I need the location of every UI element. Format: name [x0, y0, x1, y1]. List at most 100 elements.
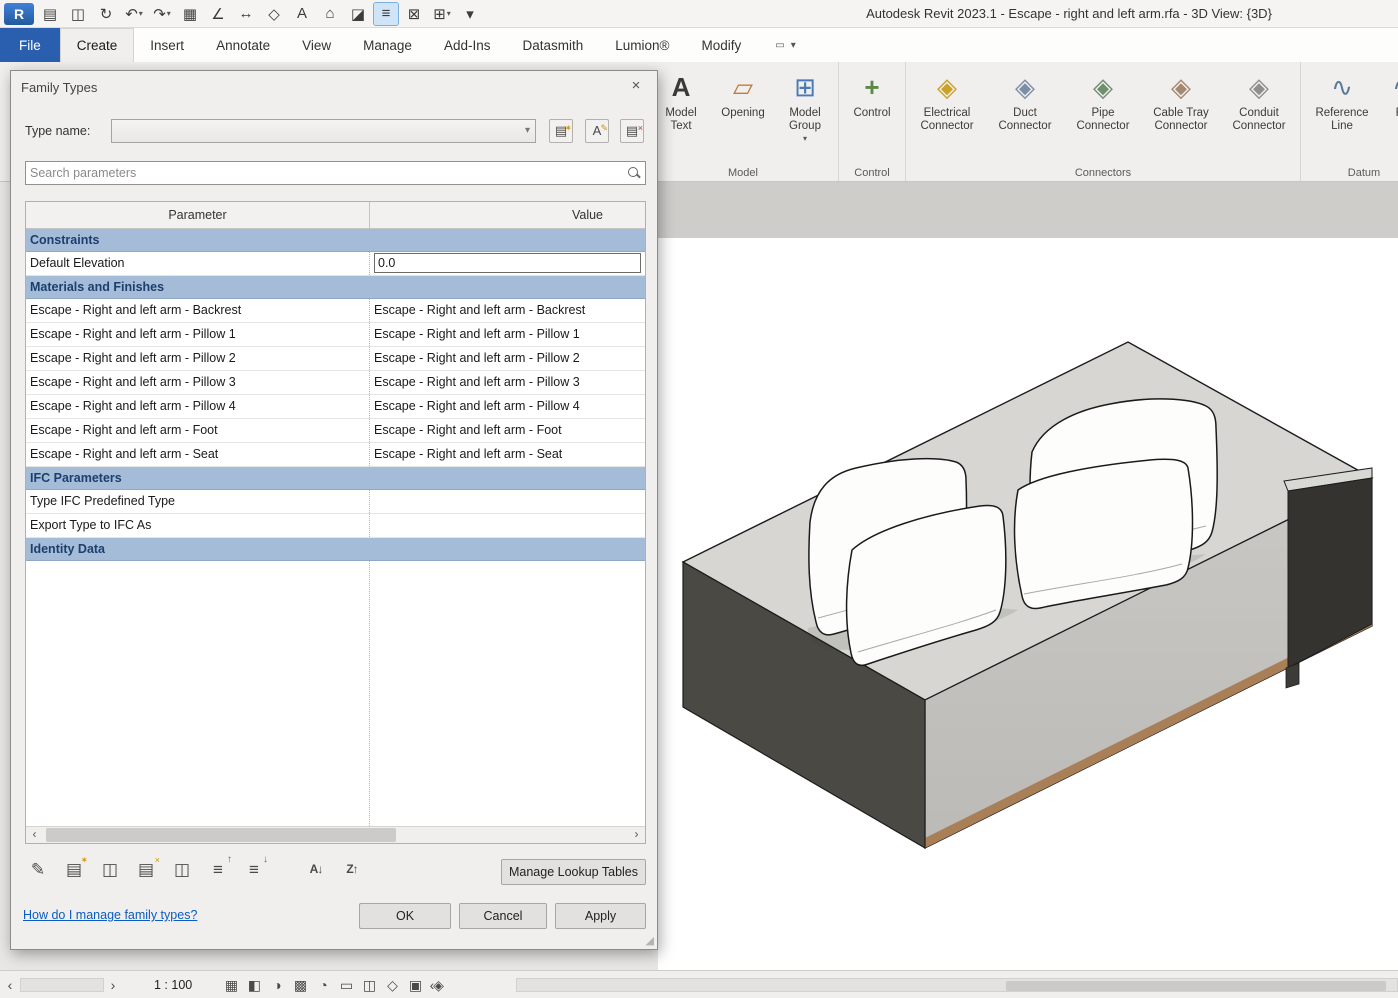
value-cell[interactable]: [370, 514, 645, 537]
ribbon-button-reference-line[interactable]: ∿ Reference Line: [1303, 64, 1381, 162]
tab-file[interactable]: File: [0, 28, 60, 62]
tab-view[interactable]: View: [286, 28, 347, 62]
parameter-cell[interactable]: Escape - Right and left arm - Pillow 1: [26, 323, 370, 346]
tag-icon[interactable]: ◇: [262, 3, 286, 25]
tab-annotate[interactable]: Annotate: [200, 28, 286, 62]
parameter-cell[interactable]: Default Elevation: [26, 252, 370, 275]
ribbon-display-cycle-icon[interactable]: ▭: [775, 40, 784, 51]
parameter-cell[interactable]: Export Type to IFC As: [26, 514, 370, 537]
delete-type-button[interactable]: ▤ ×: [620, 119, 644, 143]
parameter-cell[interactable]: Escape - Right and left arm - Pillow 2: [26, 347, 370, 370]
scroll-left-icon[interactable]: ‹: [26, 827, 43, 843]
tab-manage[interactable]: Manage: [347, 28, 428, 62]
value-cell[interactable]: Escape - Right and left arm - Pillow 4: [370, 395, 645, 418]
undo-caret-icon[interactable]: ▾: [139, 9, 143, 18]
table-row[interactable]: Escape - Right and left arm - Pillow 2 E…: [26, 347, 645, 371]
ribbon-button-model-group[interactable]: ⊞ Model Group ▾: [774, 64, 836, 162]
customize-qat-icon[interactable]: ▾: [458, 3, 482, 25]
table-row[interactable]: Escape - Right and left arm - Pillow 3 E…: [26, 371, 645, 395]
ribbon-button-clipped[interactable]: ∿ Re: [1381, 64, 1398, 162]
help-link[interactable]: How do I manage family types?: [23, 908, 197, 922]
text-icon[interactable]: A: [290, 3, 314, 25]
aligned-dimension-icon[interactable]: ↔: [234, 3, 258, 25]
tab-modify[interactable]: Modify: [685, 28, 757, 62]
canvas-scrollbar-thumb[interactable]: [1006, 981, 1386, 991]
type-name-select[interactable]: ▾: [111, 119, 536, 143]
rename-type-button[interactable]: A ✎: [585, 119, 609, 143]
section-icon[interactable]: ◪: [346, 3, 370, 25]
value-cell[interactable]: Escape - Right and left arm - Pillow 3: [370, 371, 645, 394]
close-hidden-windows-icon[interactable]: ⊠: [402, 3, 426, 25]
revit-logo-icon[interactable]: R: [4, 2, 34, 25]
parameter-cell[interactable]: Escape - Right and left arm - Backrest: [26, 299, 370, 322]
temporary-hide-isolate-icon[interactable]: ▣: [406, 975, 425, 995]
table-row[interactable]: Escape - Right and left arm - Foot Escap…: [26, 419, 645, 443]
manage-lookup-tables-button[interactable]: Manage Lookup Tables: [501, 859, 646, 885]
copy-parameter-icon[interactable]: ◫: [169, 857, 195, 883]
sync-icon[interactable]: ↻: [94, 3, 118, 25]
value-cell[interactable]: [370, 252, 645, 275]
value-cell[interactable]: [370, 490, 645, 513]
new-parameter-icon[interactable]: ▤ ✶: [61, 855, 88, 883]
table-row[interactable]: Escape - Right and left arm - Backrest E…: [26, 299, 645, 323]
parameter-cell[interactable]: Escape - Right and left arm - Seat: [26, 443, 370, 466]
ok-button[interactable]: OK: [359, 903, 451, 929]
table-row[interactable]: Export Type to IFC As: [26, 514, 645, 538]
ribbon-button-control[interactable]: + Control: [841, 64, 903, 162]
delete-parameter-icon[interactable]: ▤ ×: [133, 855, 160, 883]
redo-caret-icon[interactable]: ▾: [167, 9, 171, 18]
parameter-cell[interactable]: Escape - Right and left arm - Foot: [26, 419, 370, 442]
default-3d-view-icon[interactable]: ⌂: [318, 3, 342, 25]
ribbon-display-menu-icon[interactable]: ▾: [791, 40, 796, 51]
show-crop-region-icon[interactable]: ◫: [360, 975, 379, 995]
ribbon-button-model-text[interactable]: A Model Text: [650, 64, 712, 162]
ribbon-button-opening[interactable]: ▱ Opening: [712, 64, 774, 162]
value-column-header[interactable]: Value: [370, 202, 645, 228]
viewbar-collapse-icon[interactable]: ‹: [424, 975, 440, 995]
value-cell[interactable]: Escape - Right and left arm - Pillow 2: [370, 347, 645, 370]
parameter-column-header[interactable]: Parameter: [26, 202, 370, 228]
ribbon-button-duct-connector[interactable]: ◈ Duct Connector: [986, 64, 1064, 162]
drawing-area[interactable]: [658, 238, 1398, 970]
value-cell[interactable]: Escape - Right and left arm - Seat: [370, 443, 645, 466]
table-row[interactable]: Type IFC Predefined Type: [26, 490, 645, 514]
shadows-icon[interactable]: ▩: [291, 975, 310, 995]
move-parameter-down-icon[interactable]: ≡ ↓: [241, 855, 268, 883]
edit-parameter-icon[interactable]: ✎: [25, 857, 51, 883]
visual-style-icon[interactable]: ◧: [245, 975, 264, 995]
new-type-button[interactable]: ▤ ✶: [549, 119, 573, 143]
lock-3d-view-icon[interactable]: ◇: [383, 975, 402, 995]
ribbon-button-pipe-connector[interactable]: ◈ Pipe Connector: [1064, 64, 1142, 162]
table-row[interactable]: Default Elevation: [26, 252, 645, 276]
redo-icon[interactable]: ↷ ▾: [150, 3, 174, 25]
canvas-horizontal-scrollbar[interactable]: [516, 978, 1398, 992]
scroll-right-icon[interactable]: ›: [628, 827, 645, 843]
duplicate-parameter-icon[interactable]: ◫: [97, 857, 123, 883]
measure-icon[interactable]: ∠: [206, 3, 230, 25]
move-parameter-up-icon[interactable]: ≡ ↑: [205, 855, 232, 883]
resize-grip[interactable]: ◢: [646, 934, 654, 947]
open-icon[interactable]: ▤: [38, 3, 62, 25]
tab-datasmith[interactable]: Datasmith: [506, 28, 599, 62]
value-cell[interactable]: Escape - Right and left arm - Foot: [370, 419, 645, 442]
save-icon[interactable]: ◫: [66, 3, 90, 25]
ribbon-button-cable-tray-connector[interactable]: ◈ Cable Tray Connector: [1142, 64, 1220, 162]
print-icon[interactable]: ▦: [178, 3, 202, 25]
sort-ascending-icon[interactable]: A↓: [303, 857, 329, 883]
thin-lines-icon[interactable]: ≡: [373, 1, 399, 26]
ribbon-button-electrical-connector[interactable]: ◈ Electrical Connector: [908, 64, 986, 162]
parameter-cell[interactable]: Escape - Right and left arm - Pillow 4: [26, 395, 370, 418]
table-row[interactable]: Escape - Right and left arm - Seat Escap…: [26, 443, 645, 467]
parameter-cell[interactable]: Type IFC Predefined Type: [26, 490, 370, 513]
tab-create[interactable]: Create: [59, 28, 135, 62]
browser-scroll-left-icon[interactable]: ‹: [2, 975, 18, 995]
switch-windows-icon[interactable]: ⊞ ▾: [430, 3, 454, 25]
rendering-icon[interactable]: ◔: [314, 975, 333, 995]
browser-scrollbar[interactable]: [20, 978, 104, 992]
table-row[interactable]: Escape - Right and left arm - Pillow 1 E…: [26, 323, 645, 347]
cancel-button[interactable]: Cancel: [459, 903, 547, 929]
sun-path-icon[interactable]: ◑: [268, 975, 287, 995]
parameter-cell[interactable]: Escape - Right and left arm - Pillow 3: [26, 371, 370, 394]
model-group-dropdown-icon[interactable]: ▾: [803, 134, 807, 143]
detail-level-icon[interactable]: ▦: [222, 975, 241, 995]
